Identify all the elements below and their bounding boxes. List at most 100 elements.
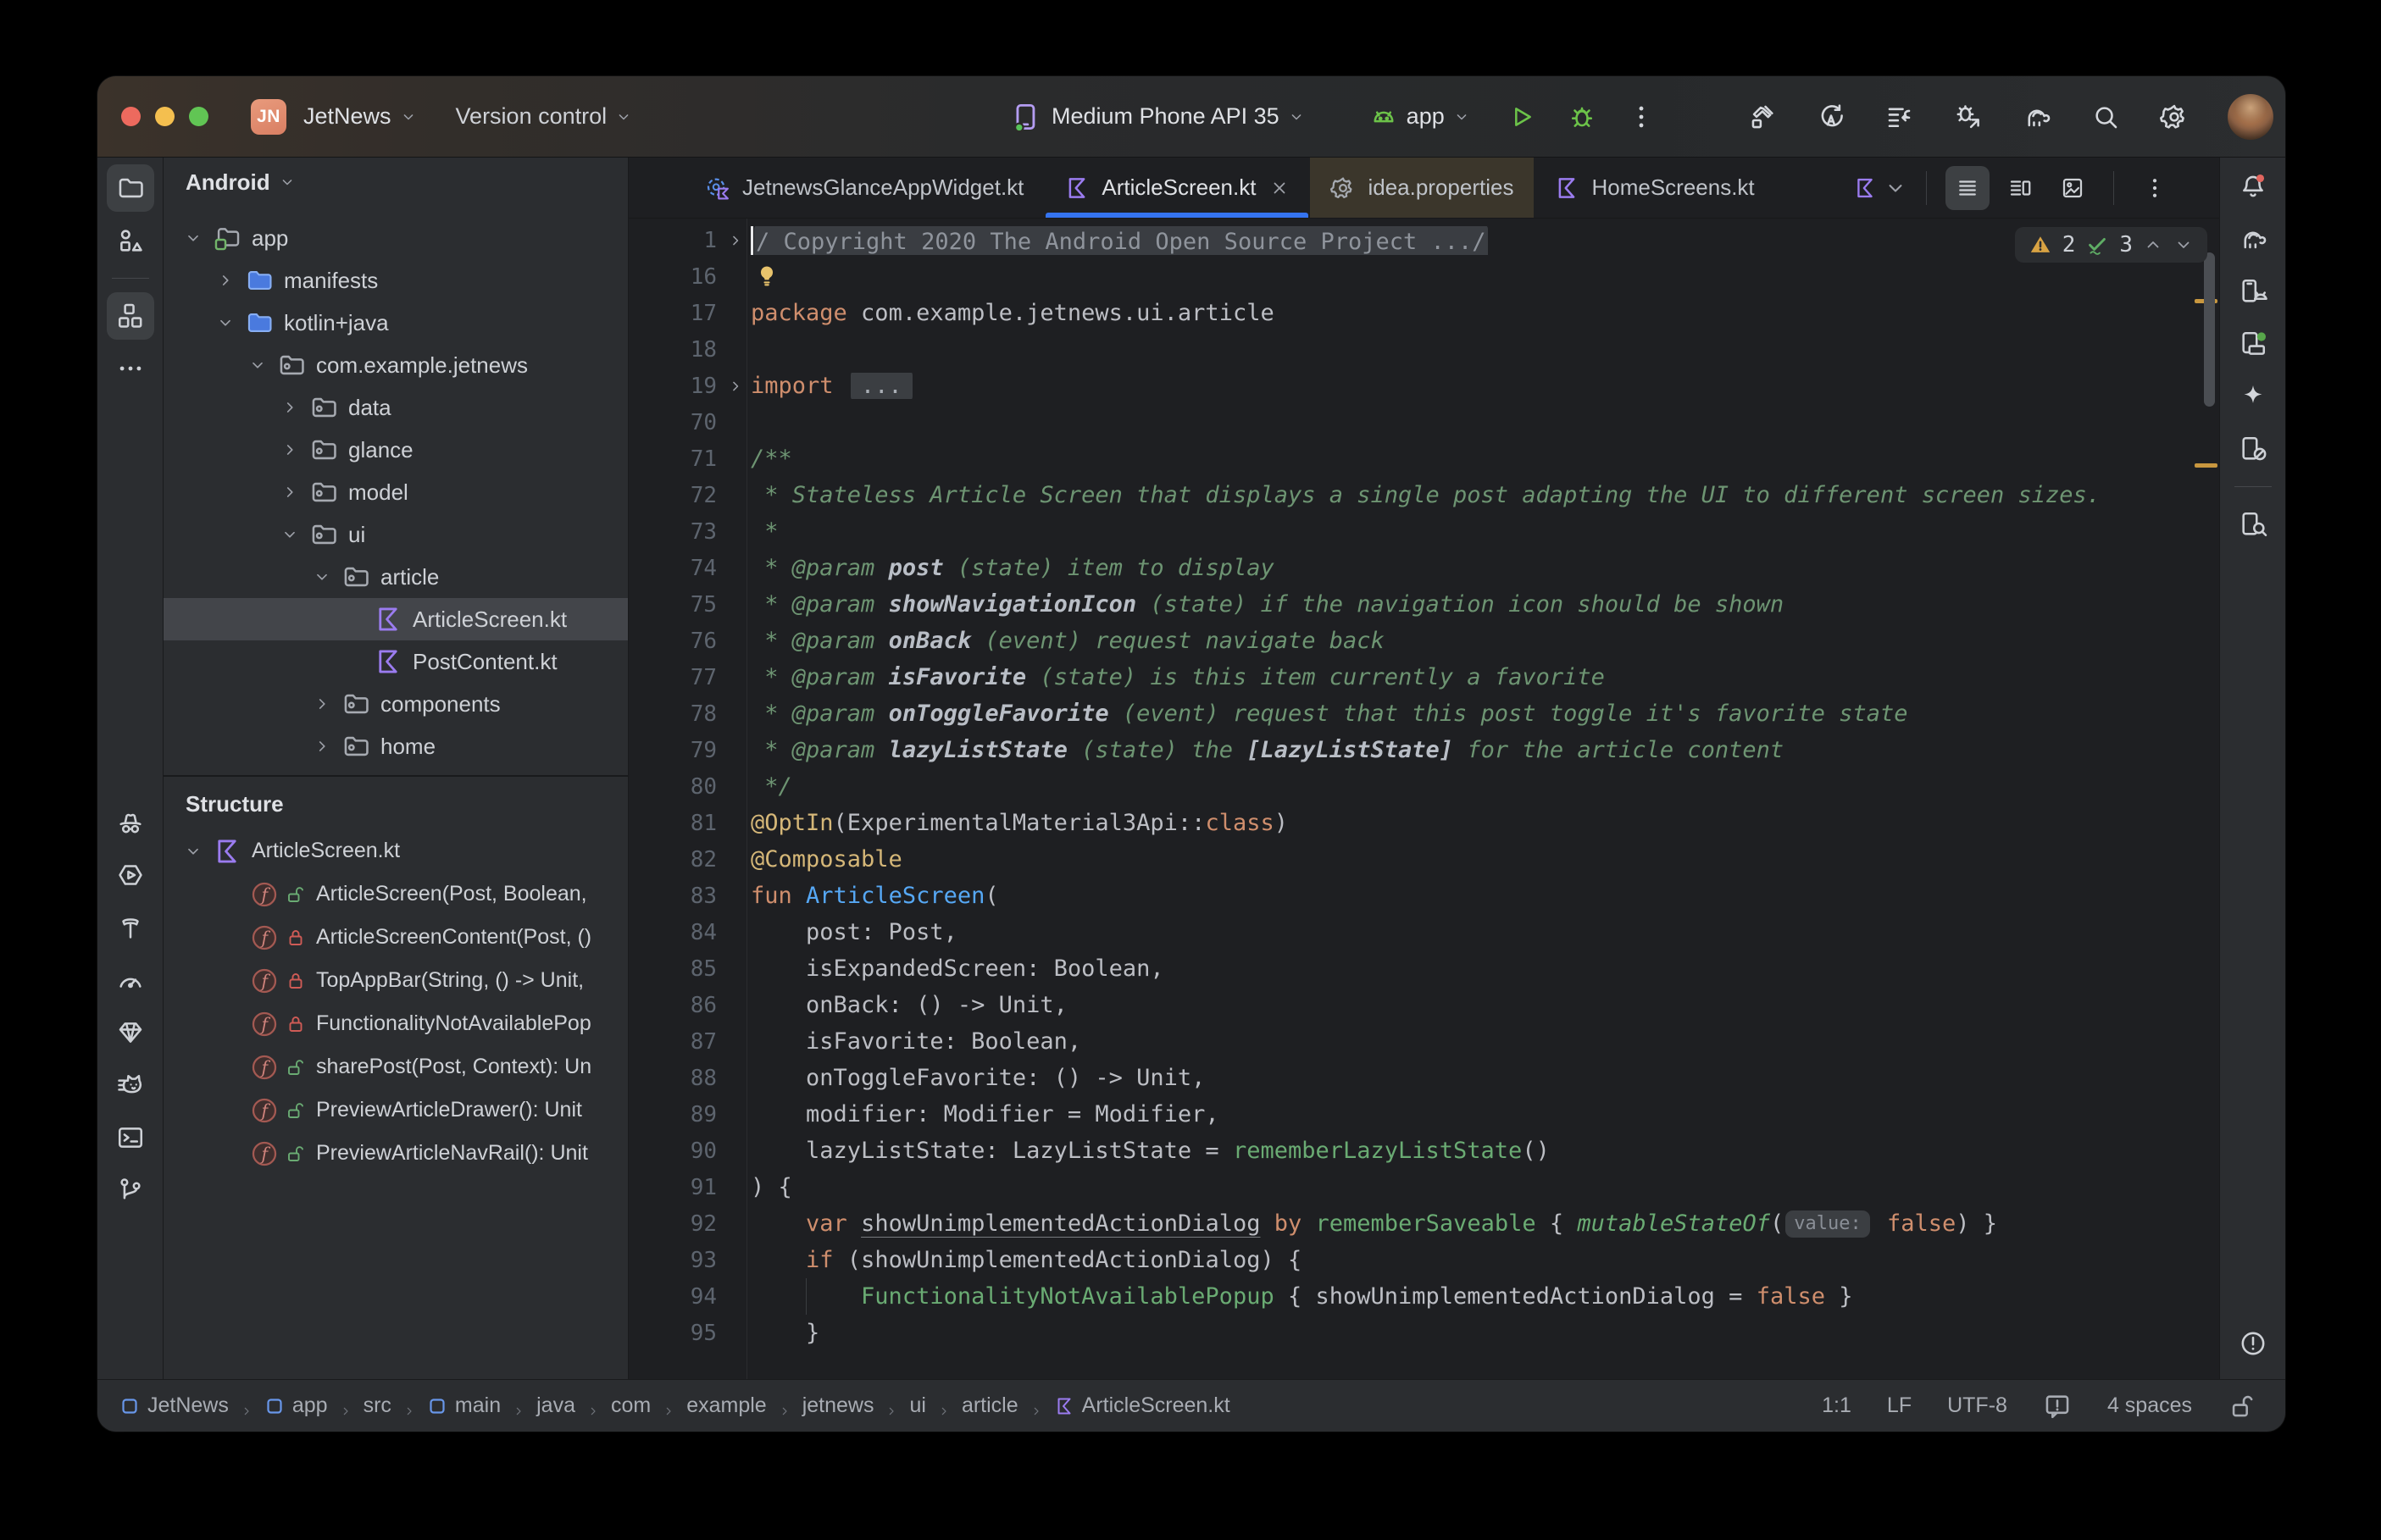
chevron-right-icon[interactable] — [308, 690, 336, 718]
breadcrumb-item[interactable]: JetNews — [119, 1393, 229, 1418]
project-tree-item[interactable]: kotlin+java — [164, 302, 628, 344]
code-line[interactable]: 70 — [629, 404, 2219, 440]
project-tree-item[interactable]: article — [164, 556, 628, 598]
line-separator-widget[interactable]: LF — [1887, 1393, 1912, 1418]
run-button[interactable] — [1506, 102, 1536, 132]
device-explorer-button[interactable] — [2229, 501, 2277, 548]
code-line[interactable]: 79 * @param lazyListState (state) the [L… — [629, 732, 2219, 768]
project-selector[interactable]: JetNews — [303, 103, 417, 130]
code-line[interactable]: 84 post: Post, — [629, 914, 2219, 950]
code-line[interactable]: 1/ Copyright 2020 The Android Open Sourc… — [629, 222, 2219, 258]
code-line[interactable]: 19import ... — [629, 368, 2219, 404]
chevron-right-icon[interactable] — [275, 435, 304, 464]
chevron-down-icon[interactable] — [243, 351, 272, 379]
chevron-down-icon[interactable] — [308, 562, 336, 591]
search-everywhere-button[interactable] — [2090, 102, 2121, 132]
project-tree-item[interactable]: ArticleScreen.kt — [164, 598, 628, 640]
todo-icon[interactable] — [2043, 1392, 2072, 1421]
resource-manager-button[interactable] — [107, 217, 154, 264]
code-line[interactable]: 92 var showUnimplementedActionDialog by … — [629, 1205, 2219, 1242]
app-inspection-button[interactable] — [107, 799, 154, 846]
code-line[interactable]: 17package com.example.jetnews.ui.article — [629, 295, 2219, 331]
more-tool-windows-button[interactable] — [107, 345, 154, 392]
editor-options-button[interactable] — [2133, 166, 2177, 210]
code-line[interactable]: 77 * @param isFavorite (state) is this i… — [629, 659, 2219, 695]
attach-debugger-button[interactable] — [1953, 102, 1984, 132]
project-tree-item[interactable]: ui — [164, 513, 628, 556]
settings-button[interactable] — [2159, 102, 2190, 132]
breadcrumb-item[interactable]: com — [611, 1393, 651, 1418]
passed-count[interactable]: 3 — [2119, 232, 2133, 258]
editor-scrollbar[interactable] — [2204, 252, 2215, 407]
build-button[interactable] — [1747, 102, 1778, 132]
chevron-down-icon[interactable] — [211, 308, 240, 337]
device-manager-button[interactable] — [2229, 268, 2277, 315]
project-view-selector[interactable]: Android — [164, 158, 628, 198]
project-tree-item[interactable]: PostContent.kt — [164, 640, 628, 683]
project-tree-item[interactable]: app — [164, 217, 628, 259]
code-line[interactable]: 93 if (showUnimplementedActionDialog) { — [629, 1242, 2219, 1278]
sync-button[interactable] — [1816, 102, 1846, 132]
code-line[interactable]: 95 } — [629, 1315, 2219, 1351]
profiler-tool-window-button[interactable] — [107, 956, 154, 1004]
window-minimize-button[interactable] — [155, 107, 175, 126]
code-line[interactable]: 86 onBack: () -> Unit, — [629, 987, 2219, 1023]
structure-item[interactable]: fsharePost(Post, Context): Un — [164, 1045, 628, 1089]
device-selector[interactable]: Medium Phone API 35 — [1011, 101, 1305, 133]
breadcrumb-item[interactable]: ArticleScreen.kt — [1054, 1393, 1230, 1418]
fold-marker-icon[interactable] — [720, 378, 751, 395]
code-line[interactable]: 87 isFavorite: Boolean, — [629, 1023, 2219, 1060]
split-view-button[interactable] — [1998, 166, 2042, 210]
debug-button[interactable] — [1567, 102, 1597, 132]
editor-tab[interactable]: ArticleScreen.kt — [1044, 158, 1310, 218]
structure-item[interactable]: fArticleScreen(Post, Boolean, — [164, 872, 628, 916]
code-line[interactable]: 80 */ — [629, 768, 2219, 805]
code-view-button[interactable] — [1945, 166, 1990, 210]
chevron-right-icon[interactable] — [211, 266, 240, 295]
editor-tab[interactable]: idea.properties — [1310, 158, 1534, 218]
code-line[interactable]: 88 onToggleFavorite: () -> Unit, — [629, 1060, 2219, 1096]
code-line[interactable]: 72 * Stateless Article Screen that displ… — [629, 477, 2219, 513]
code-line[interactable]: 82@Composable — [629, 841, 2219, 878]
encoding-widget[interactable]: UTF-8 — [1947, 1393, 2007, 1418]
build-tool-window-button[interactable] — [107, 904, 154, 951]
code-editor[interactable]: 1/ Copyright 2020 The Android Open Sourc… — [629, 219, 2219, 1379]
editor-tab[interactable]: HomeScreens.kt — [1534, 158, 1774, 218]
more-run-options-button[interactable] — [1626, 102, 1657, 132]
window-zoom-button[interactable] — [189, 107, 208, 126]
structure-item[interactable]: fTopAppBar(String, () -> Unit, — [164, 959, 628, 1002]
chevron-down-icon[interactable] — [275, 520, 304, 549]
project-tree-item[interactable]: home — [164, 725, 628, 767]
breadcrumb-item[interactable]: article — [962, 1393, 1018, 1418]
vcs-widget[interactable]: Version control — [456, 103, 633, 130]
run-config-selector[interactable]: app — [1369, 102, 1470, 131]
breadcrumb-item[interactable]: jetnews — [802, 1393, 874, 1418]
indent-widget[interactable]: 4 spaces — [2107, 1393, 2192, 1418]
problems-tool-window-button[interactable] — [2229, 1320, 2277, 1367]
caret-position-widget[interactable]: 1:1 — [1822, 1393, 1851, 1418]
chevron-right-icon[interactable] — [275, 478, 304, 507]
close-tab-button[interactable] — [1269, 178, 1290, 198]
hidden-tabs-dropdown[interactable] — [1853, 176, 1907, 200]
app-quality-insights-button[interactable] — [107, 1009, 154, 1056]
breadcrumb-item[interactable]: app — [264, 1393, 328, 1418]
running-devices-button[interactable] — [107, 851, 154, 899]
structure-item[interactable]: ArticleScreen.kt — [164, 829, 628, 872]
device-mirroring-button[interactable] — [2229, 425, 2277, 473]
fold-marker-icon[interactable] — [720, 232, 751, 249]
project-tree-item[interactable]: manifests — [164, 259, 628, 302]
chevron-right-icon[interactable] — [308, 732, 336, 761]
project-tree-item[interactable]: glance — [164, 429, 628, 471]
project-badge[interactable]: JN — [251, 99, 286, 135]
version-control-tool-window-button[interactable] — [107, 1166, 154, 1214]
code-line[interactable]: 73 * — [629, 513, 2219, 550]
notifications-button[interactable] — [2229, 163, 2277, 210]
editor-tab[interactable]: JetnewsGlanceAppWidget.kt — [685, 158, 1044, 218]
running-devices-panel-button[interactable] — [2229, 320, 2277, 368]
code-line[interactable]: 78 * @param onToggleFavorite (event) req… — [629, 695, 2219, 732]
gradle-button[interactable] — [2229, 215, 2277, 263]
breadcrumb-item[interactable]: java — [536, 1393, 575, 1418]
code-line[interactable]: 81@OptIn(ExperimentalMaterial3Api::class… — [629, 805, 2219, 841]
gradle-sync-button[interactable] — [2022, 102, 2052, 132]
breadcrumb-item[interactable]: example — [686, 1393, 767, 1418]
